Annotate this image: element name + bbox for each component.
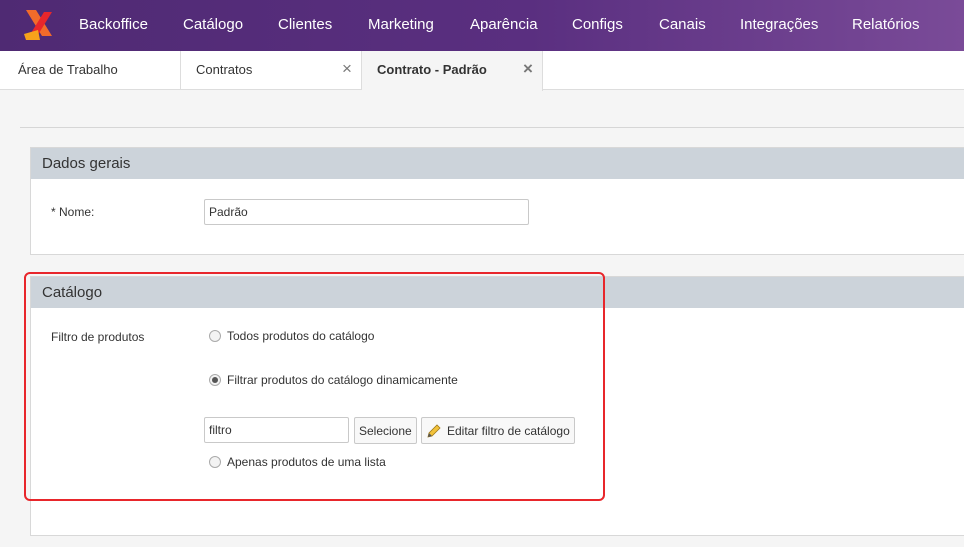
tab-label: Área de Trabalho — [18, 62, 118, 77]
nav-marketing[interactable]: Marketing — [368, 16, 434, 34]
editar-filtro-button[interactable]: Editar filtro de catálogo — [421, 417, 575, 444]
nav-relatorios[interactable]: Relatórios — [852, 16, 920, 34]
tab-contratos[interactable]: Contratos × — [181, 51, 362, 90]
nav-catalogo[interactable]: Catálogo — [183, 16, 243, 34]
nav-backoffice[interactable]: Backoffice — [79, 16, 148, 34]
filtro-field[interactable] — [204, 417, 349, 443]
tab-label: Contrato - Padrão — [377, 62, 487, 77]
tab-contrato-padrao[interactable]: Contrato - Padrão × — [362, 51, 543, 91]
top-navbar: Backoffice Catálogo Clientes Marketing A… — [0, 0, 964, 51]
selecione-button[interactable]: Selecione — [354, 417, 417, 444]
radio-filtrar-dinamicamente[interactable]: Filtrar produtos do catálogo dinamicamen… — [209, 373, 458, 387]
close-icon[interactable]: × — [342, 51, 352, 87]
radio-apenas-lista[interactable]: Apenas produtos de uma lista — [209, 455, 386, 469]
nome-label: * Nome: — [51, 205, 95, 219]
divider — [20, 127, 964, 128]
nav-clientes[interactable]: Clientes — [278, 16, 332, 34]
radio-button[interactable] — [209, 330, 221, 342]
tab-area-de-trabalho[interactable]: Área de Trabalho — [0, 51, 181, 90]
nome-field[interactable] — [204, 199, 529, 225]
radio-label: Todos produtos do catálogo — [227, 329, 375, 343]
nav-integracoes[interactable]: Integrações — [740, 16, 818, 34]
tab-label: Contratos — [196, 62, 253, 77]
nav-aparencia[interactable]: Aparência — [470, 16, 538, 34]
brand-logo-icon[interactable] — [22, 8, 58, 42]
button-label: Editar filtro de catálogo — [447, 423, 570, 438]
radio-label: Filtrar produtos do catálogo dinamicamen… — [227, 373, 458, 387]
panel-header: Dados gerais — [31, 148, 964, 179]
radio-todos-produtos[interactable]: Todos produtos do catálogo — [209, 329, 374, 343]
tab-bar: Área de Trabalho Contratos × Contrato - … — [0, 51, 964, 91]
radio-button[interactable] — [209, 374, 221, 386]
catalogo-panel: Catálogo Filtro de produtos Todos produt… — [30, 276, 964, 536]
panel-header: Catálogo — [31, 277, 964, 308]
nav-canais[interactable]: Canais — [659, 16, 706, 34]
dados-gerais-panel: Dados gerais * Nome: — [30, 147, 964, 255]
close-icon[interactable]: × — [523, 51, 533, 87]
radio-button[interactable] — [209, 456, 221, 468]
pencil-icon — [427, 423, 441, 438]
radio-label: Apenas produtos de uma lista — [227, 455, 386, 469]
nav-configs[interactable]: Configs — [572, 16, 623, 34]
button-label: Selecione — [359, 423, 412, 438]
filtro-produtos-label: Filtro de produtos — [51, 330, 145, 344]
